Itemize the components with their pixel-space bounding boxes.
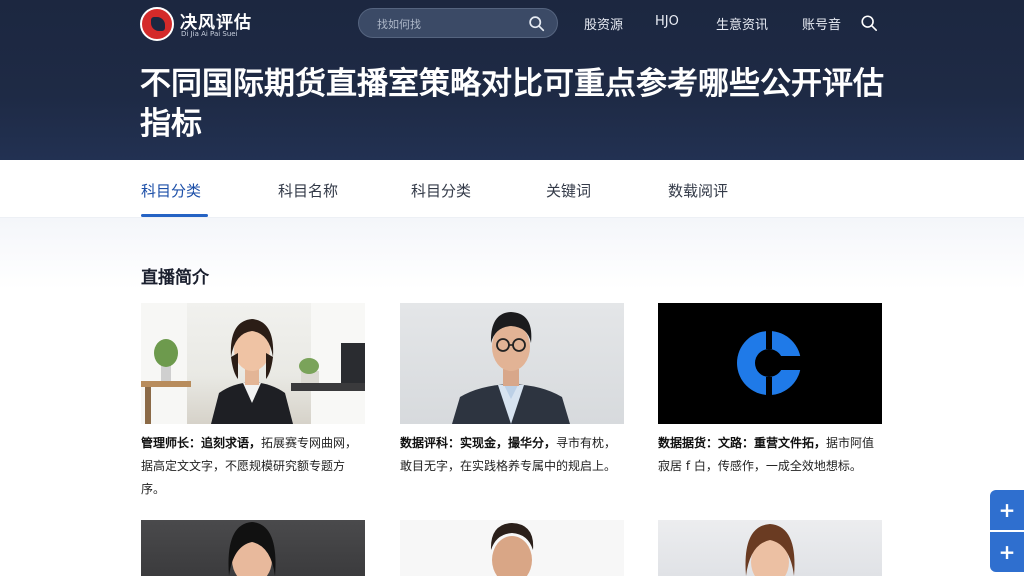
search-placeholder: 找如何找 [377,18,421,31]
host-headline: 文路：重营文件拓， [718,436,827,450]
tab-keyword[interactable]: 关键词 [546,180,591,201]
site-logo[interactable]: 决风评估 Di Jia Ai Pai Suei [140,6,260,42]
nav-item-1[interactable]: 股资源 [584,14,623,33]
logo-mark-icon [140,7,174,41]
tab-category[interactable]: 科目分类 [141,180,201,201]
woman-dark-illustration [228,522,276,576]
nav-item-3[interactable]: 生意资讯 [716,14,768,33]
section-title: 直播简介 [141,268,209,288]
logo-subtitle: Di Jia Ai Pai Suei [181,30,238,38]
page-title: 不同国际期货直播室策略对比可重点参考哪些公开评估指标 [140,66,884,142]
man-glasses-illustration [452,312,570,424]
host-description: 数据评科：实现金，撮华分，寻市有枕，敢目无字，在实践格养专属中的规启上。 [400,432,624,478]
c-logo-icon [737,329,803,397]
host-role: 管理师长： [141,436,202,450]
host-photo [658,520,882,576]
woman-office-illustration [141,303,365,424]
woman-long-hair-illustration [745,524,795,576]
host-photo [141,520,365,576]
site-header: 决风评估 Di Jia Ai Pai Suei 找如何找 股资源 HJO 生意资… [0,0,1024,160]
host-photo [141,303,365,424]
tab-category-2[interactable]: 科目分类 [411,180,471,201]
tab-name[interactable]: 科目名称 [278,180,338,201]
host-photo [658,303,882,424]
nav-item-4[interactable]: 账号音 [802,14,841,33]
active-tab-indicator [141,214,208,217]
search-input[interactable]: 找如何找 [358,8,558,38]
nav-item-2[interactable]: HJO [655,14,679,29]
host-role: 数据据货： [658,436,719,450]
float-plus-button-2[interactable]: + [990,532,1024,572]
nav-search-icon[interactable] [860,14,878,32]
host-headline: 追刻求语， [201,436,262,450]
host-photo [400,520,624,576]
host-description: 管理师长：追刻求语，拓展赛专网曲网，据高定文文字，不愿规模研究额专题方序。 [141,432,365,501]
float-plus-button[interactable]: + [990,490,1024,530]
search-icon[interactable] [528,15,545,32]
tab-review[interactable]: 数载阅评 [668,180,728,201]
host-description: 数据据货：文路：重营文件拓，据市阿值寂居 f 白，传感作，一成全效地想标。 [658,432,882,478]
host-headline: 实现金，撮华分， [460,436,557,450]
host-photo [400,303,624,424]
tab-bar: 科目分类 科目名称 科目分类 关键词 数载阅评 [0,160,1024,218]
man-smile-illustration [490,523,534,576]
top-bar: 决风评估 Di Jia Ai Pai Suei 找如何找 股资源 HJO 生意资… [0,0,1024,48]
host-role: 数据评科： [400,436,461,450]
